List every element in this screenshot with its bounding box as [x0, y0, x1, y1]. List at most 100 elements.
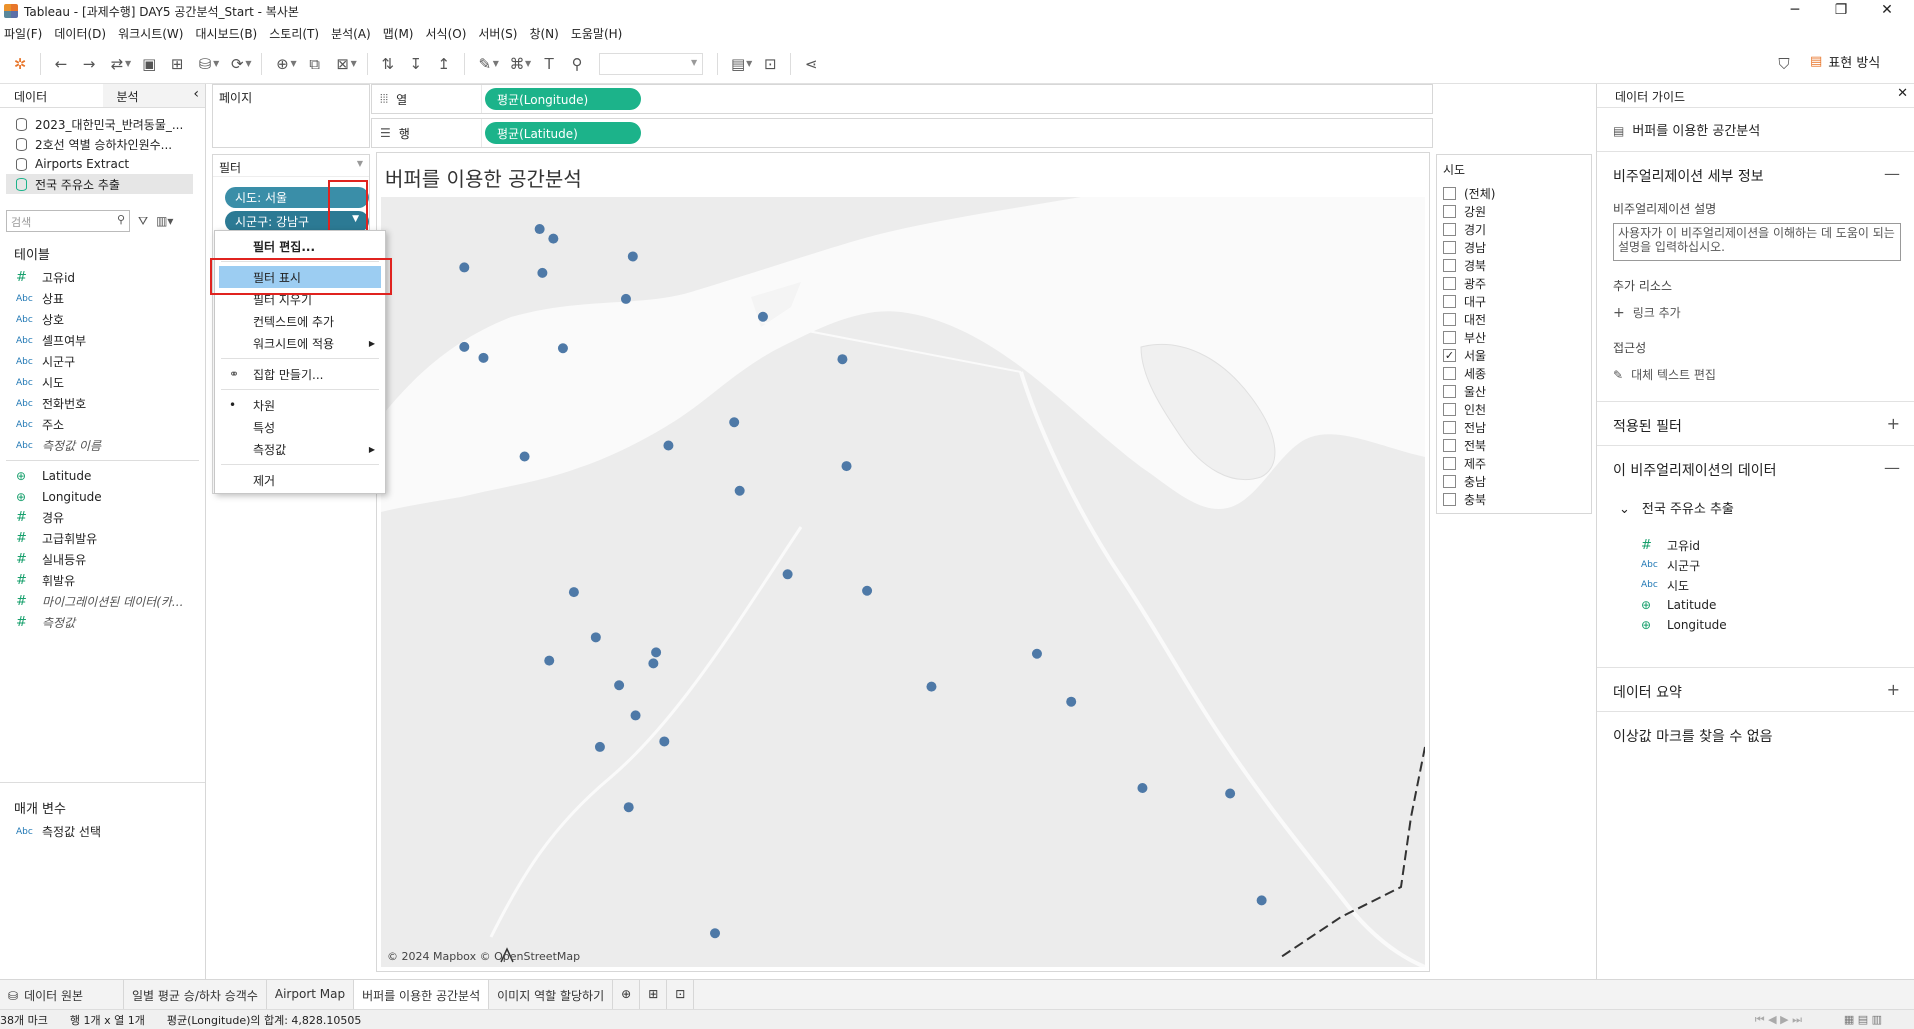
- chevron-down-icon[interactable]: ▼: [213, 59, 219, 68]
- presentation-mode-icon[interactable]: ⊡: [756, 50, 784, 78]
- map-point[interactable]: [1031, 648, 1042, 659]
- map-point[interactable]: [537, 267, 548, 278]
- menu-dashboard[interactable]: 대시보드(B): [195, 25, 257, 42]
- checkbox[interactable]: [1443, 420, 1456, 434]
- new-dashboard-tab-icon[interactable]: ⊞: [640, 979, 668, 1010]
- map-point[interactable]: [630, 710, 641, 721]
- swap-rows-cols-icon[interactable]: ⇅: [374, 50, 402, 78]
- collapse-minus-icon[interactable]: —: [1884, 458, 1900, 477]
- checkbox[interactable]: [1443, 402, 1456, 416]
- field-item[interactable]: # 고유id: [0, 267, 205, 288]
- checkbox[interactable]: [1443, 204, 1456, 218]
- parameter-item[interactable]: Abc 측정값 선택: [0, 821, 101, 842]
- tab-sheet[interactable]: 일별 평균 승/하차 승객수: [124, 979, 267, 1010]
- sort-descending-icon[interactable]: ↥: [430, 50, 458, 78]
- expand-plus-icon[interactable]: +: [1887, 680, 1900, 699]
- map-canvas[interactable]: © 2024 Mapbox © OpenStreetMap: [381, 197, 1425, 967]
- guide-field-item[interactable]: Abc 시군구: [1597, 555, 1914, 575]
- view-mode-icons[interactable]: ▦ ▤ ▥: [1844, 1013, 1882, 1026]
- new-worksheet-tab-icon[interactable]: ⊕: [613, 979, 641, 1010]
- tab-analysis[interactable]: 분석 ‹: [102, 84, 205, 107]
- map-point[interactable]: [627, 251, 638, 262]
- field-item[interactable]: # 휘발유: [0, 570, 205, 591]
- quick-filter-option[interactable]: 전남: [1437, 418, 1591, 436]
- field-item[interactable]: ⊕ Longitude: [0, 486, 205, 507]
- quick-filter-option[interactable]: ✓ 서울: [1437, 346, 1591, 364]
- pages-card[interactable]: 페이지: [212, 84, 370, 148]
- map-point[interactable]: [614, 680, 625, 691]
- menu-add-to-context[interactable]: 컨텍스트에 추가: [215, 310, 385, 332]
- add-link-button[interactable]: + 링크 추가: [1597, 304, 1914, 321]
- menu-create-set[interactable]: ⚭ 집합 만들기...: [215, 363, 385, 385]
- pill-longitude[interactable]: 평균(Longitude): [485, 88, 641, 110]
- chevron-down-icon[interactable]: ▼: [746, 59, 752, 68]
- checkbox[interactable]: [1443, 438, 1456, 452]
- tableau-start-icon[interactable]: ✲: [6, 50, 34, 78]
- field-item[interactable]: ⊕ Latitude: [0, 465, 205, 486]
- share-icon[interactable]: ⋖: [797, 50, 825, 78]
- minimize-button[interactable]: ─: [1772, 0, 1818, 22]
- chevron-down-icon[interactable]: ▼: [290, 59, 296, 68]
- map-point[interactable]: [548, 233, 559, 244]
- field-item[interactable]: Abc 측정값 이름: [0, 435, 205, 456]
- field-item[interactable]: # 측정값: [0, 612, 205, 633]
- map-point[interactable]: [557, 343, 568, 354]
- checkbox[interactable]: [1443, 312, 1456, 326]
- map-point[interactable]: [534, 224, 545, 235]
- field-item[interactable]: # 경유: [0, 507, 205, 528]
- chevron-down-icon[interactable]: ▼: [357, 159, 363, 168]
- map-point[interactable]: [710, 928, 721, 939]
- quick-filter-option[interactable]: 대구: [1437, 292, 1591, 310]
- quick-filter-option[interactable]: 충남: [1437, 472, 1591, 490]
- quick-filter-option[interactable]: 강원: [1437, 202, 1591, 220]
- checkbox[interactable]: [1443, 474, 1456, 488]
- menu-server[interactable]: 서버(S): [478, 25, 517, 42]
- map-point[interactable]: [841, 461, 852, 472]
- menu-dimension[interactable]: • 차원: [215, 394, 385, 416]
- format-painter-icon[interactable]: ⛉: [1770, 50, 1798, 78]
- menu-remove[interactable]: 제거: [215, 469, 385, 491]
- map-point[interactable]: [729, 417, 740, 428]
- quick-filter-option[interactable]: 충북: [1437, 490, 1591, 508]
- view-options-icon[interactable]: ▥▾: [156, 214, 173, 228]
- map-point[interactable]: [459, 341, 470, 352]
- guide-field-item[interactable]: # 고유id: [1597, 535, 1914, 555]
- checkbox[interactable]: [1443, 240, 1456, 254]
- quick-filter-option[interactable]: 울산: [1437, 382, 1591, 400]
- quick-filter-option[interactable]: 제주: [1437, 454, 1591, 472]
- applied-filters-heading[interactable]: 적용된 필터: [1597, 402, 1914, 450]
- guide-field-item[interactable]: Abc 시도: [1597, 575, 1914, 595]
- menu-map[interactable]: 맵(M): [383, 25, 414, 42]
- edit-alt-text-button[interactable]: ✎ 대체 텍스트 편집: [1597, 366, 1914, 383]
- sheet-nav-icons[interactable]: ⏮ ◀ ▶ ⏭: [1755, 1013, 1802, 1027]
- viz-details-heading[interactable]: 비주얼리제이션 세부 정보: [1597, 152, 1914, 200]
- duplicate-sheet-icon[interactable]: ⧉: [301, 50, 329, 78]
- checkbox[interactable]: [1443, 330, 1456, 344]
- close-icon[interactable]: ✕: [1897, 86, 1908, 101]
- columns-shelf[interactable]: ⦙⦙⦙ 열 평균(Longitude): [371, 84, 1433, 114]
- menu-file[interactable]: 파일(F): [4, 25, 42, 42]
- guide-field-item[interactable]: ⊕ Latitude: [1597, 595, 1914, 615]
- undo-icon[interactable]: ←: [47, 50, 75, 78]
- checkbox[interactable]: [1443, 276, 1456, 290]
- map-point[interactable]: [648, 658, 659, 669]
- tab-sheet[interactable]: Airport Map: [267, 979, 355, 1010]
- map-point[interactable]: [459, 262, 470, 273]
- map-point[interactable]: [620, 293, 631, 304]
- tab-data-source[interactable]: ⛁ 데이터 원본: [0, 979, 124, 1010]
- map-point[interactable]: [862, 585, 873, 596]
- field-item[interactable]: Abc 전화번호: [0, 393, 205, 414]
- view-title[interactable]: 버퍼를 이용한 공간분석: [385, 163, 582, 192]
- chevron-down-icon[interactable]: ▼: [525, 59, 531, 68]
- field-item[interactable]: Abc 시군구: [0, 351, 205, 372]
- menu-worksheet[interactable]: 워크시트(W): [118, 25, 183, 42]
- map-point[interactable]: [1256, 895, 1267, 906]
- checkbox[interactable]: [1443, 294, 1456, 308]
- quick-filter-option[interactable]: 경남: [1437, 238, 1591, 256]
- field-item[interactable]: Abc 상표: [0, 288, 205, 309]
- new-datasource-icon[interactable]: ⊞: [163, 50, 191, 78]
- collapse-icon[interactable]: ‹: [193, 86, 199, 102]
- description-textarea[interactable]: 사용자가 이 비주얼리제이션을 이해하는 데 도움이 되는 설명을 입력하십시오…: [1613, 223, 1901, 261]
- collapse-minus-icon[interactable]: —: [1884, 164, 1900, 183]
- menu-format[interactable]: 서식(O): [426, 25, 467, 42]
